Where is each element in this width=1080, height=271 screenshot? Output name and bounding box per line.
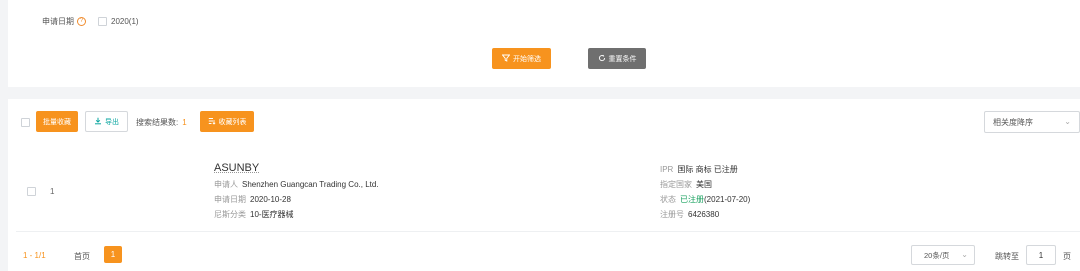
ipr-label: IPR (660, 165, 674, 174)
pager-current-page[interactable]: 1 (104, 246, 122, 263)
export-label: 导出 (105, 118, 119, 126)
country-field: 指定国家 美国 (660, 179, 712, 190)
status-field: 状态 已注册(2021-07-20) (660, 194, 750, 205)
apply-date-label: 申请日期 (214, 195, 246, 204)
batch-collect-button[interactable]: 批量收藏 (36, 111, 78, 132)
reset-button[interactable]: 重置条件 (588, 48, 646, 69)
apply-date-value: 2020-10-28 (250, 195, 291, 204)
row-index: 1 (50, 187, 55, 196)
jump-suffix: 页 (1063, 252, 1071, 261)
status-value: 已注册 (680, 195, 704, 204)
ipr-field: IPR 国际 商标 已注册 (660, 164, 738, 175)
filter-label: 申请日期 (42, 16, 74, 26)
filter-icon (501, 54, 511, 64)
filter-option-2020[interactable]: 2020(1) (98, 16, 139, 26)
row-checkbox[interactable] (27, 187, 36, 196)
sort-value: 相关度降序 (993, 117, 1033, 127)
status-label: 状态 (660, 195, 676, 204)
filter-option-label: 2020(1) (111, 16, 139, 26)
collect-list-button[interactable]: 收藏列表 (200, 111, 254, 132)
help-icon[interactable]: ? (77, 16, 86, 26)
filter-checkbox[interactable] (98, 16, 107, 26)
nice-class-field: 尼斯分类 10-医疗器械 (214, 209, 294, 220)
applicant-label: 申请人 (214, 180, 238, 189)
result-count-value: 1 (182, 118, 187, 127)
chevron-down-icon: ⌄ (1064, 117, 1071, 126)
select-all-checkbox[interactable] (21, 118, 30, 127)
page-size-select[interactable]: 20条/页 ⌄ (911, 245, 975, 265)
applicant-field: 申请人 Shenzhen Guangcan Trading Co., Ltd. (214, 179, 379, 190)
list-icon (208, 117, 216, 127)
apply-date-field: 申请日期 2020-10-28 (214, 194, 291, 205)
country-label: 指定国家 (660, 180, 692, 189)
download-icon (94, 117, 102, 127)
status-date: (2021-07-20) (704, 195, 751, 204)
result-count-label: 搜索结果数: (136, 118, 179, 127)
chevron-down-icon: ⌄ (961, 250, 968, 259)
filter-row-apply-date: 申请日期 ? 2020(1) (42, 15, 139, 27)
export-button[interactable]: 导出 (85, 111, 128, 132)
reg-no-field: 注册号 6426380 (660, 209, 719, 220)
filter-panel: 申请日期 ? 2020(1) 开始筛选 重置条件 (8, 0, 1080, 87)
reg-no-label: 注册号 (660, 210, 684, 219)
row-divider (16, 231, 1080, 232)
jump-input[interactable] (1026, 245, 1056, 265)
reg-no-value: 6426380 (688, 210, 720, 219)
start-filter-label: 开始筛选 (513, 55, 541, 63)
country-value: 美国 (696, 180, 712, 189)
sort-select[interactable]: 相关度降序 ⌄ (984, 111, 1080, 133)
jump-label: 跳转至 (995, 252, 1019, 261)
nice-class-label: 尼斯分类 (214, 210, 246, 219)
pager-first-link[interactable]: 首页 (74, 251, 90, 262)
batch-collect-label: 批量收藏 (43, 118, 71, 126)
applicant-value: Shenzhen Guangcan Trading Co., Ltd. (242, 180, 379, 189)
record-title-link[interactable]: ASUNBY (214, 162, 259, 174)
pager-range: 1 - 1/1 (23, 251, 46, 260)
ipr-value: 国际 商标 已注册 (677, 165, 738, 174)
nice-class-value: 10-医疗器械 (250, 210, 294, 219)
start-filter-button[interactable]: 开始筛选 (492, 48, 551, 69)
reset-label: 重置条件 (608, 55, 637, 63)
result-count: 搜索结果数: 1 (136, 117, 187, 128)
page-size-value: 20条/页 (924, 250, 950, 260)
refresh-icon (598, 54, 606, 64)
collect-list-label: 收藏列表 (218, 118, 247, 126)
results-panel: 批量收藏 导出 搜索结果数: 1 收藏列表 相关度降序 ⌄ 1 ASUNBY 申请… (8, 99, 1080, 271)
